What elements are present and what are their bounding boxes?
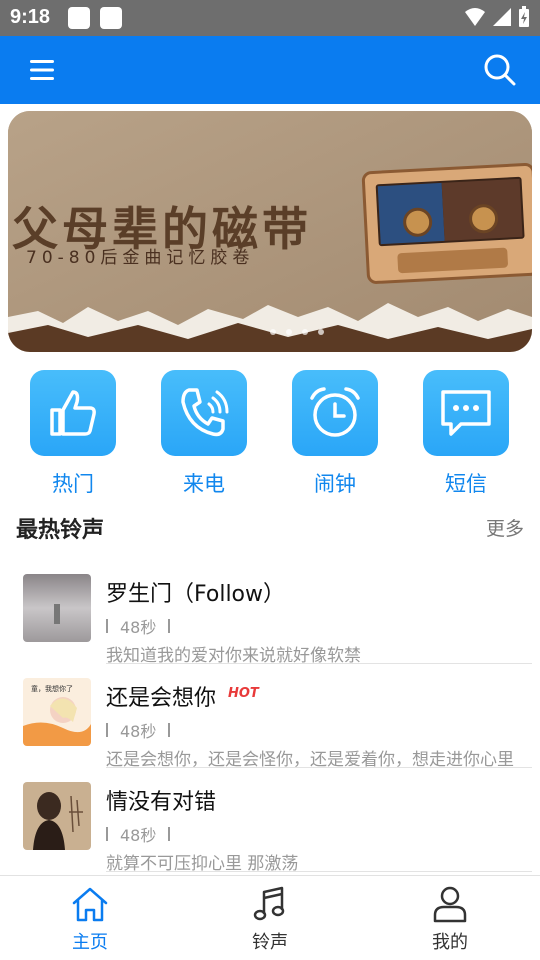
home-icon	[72, 887, 108, 922]
status-time: 9:18	[10, 6, 51, 28]
song-meta: 48秒	[106, 718, 171, 742]
category-call[interactable]: 来电	[161, 370, 247, 498]
song-duration: 48秒	[120, 722, 157, 741]
song-duration: 48秒	[120, 618, 157, 637]
nav-home[interactable]: 主页	[30, 884, 150, 954]
category-alarm[interactable]: 闹钟	[292, 370, 378, 498]
category-label: 来电	[183, 472, 225, 496]
message-icon	[423, 370, 509, 456]
carousel-dot	[270, 329, 276, 335]
divider	[106, 723, 108, 737]
nav-label: 主页	[72, 932, 108, 953]
divider	[168, 723, 171, 737]
list-item[interactable]: 情没有对错 48秒 就算不可压抑心里 那激荡	[0, 782, 540, 886]
song-title: 罗生门（Follow）	[106, 582, 286, 607]
divider	[106, 827, 108, 841]
status-bar: 9:18	[0, 0, 540, 36]
nav-ringtone[interactable]: 铃声	[210, 884, 330, 954]
banner-subtitle: 70-80后金曲记忆胶卷	[26, 248, 255, 268]
bottom-nav: 主页 铃声 我的	[0, 875, 540, 960]
notification-icon	[100, 7, 122, 29]
song-title: 还是会想你	[106, 686, 217, 711]
music-note-icon	[253, 886, 285, 921]
menu-icon[interactable]	[22, 54, 62, 86]
divider	[106, 619, 108, 633]
battery-icon	[519, 6, 529, 27]
category-label: 热门	[52, 472, 94, 496]
phone-ringing-icon	[161, 370, 247, 456]
cover-caption: 童，我想你了	[31, 685, 73, 693]
nav-label: 铃声	[252, 932, 288, 953]
category-label: 短信	[445, 472, 487, 496]
nav-profile[interactable]: 我的	[390, 884, 510, 954]
carousel-dot	[318, 329, 324, 335]
divider	[106, 767, 532, 768]
category-label: 闹钟	[314, 472, 356, 496]
app-bar	[0, 36, 540, 104]
banner-carousel[interactable]: 父母辈的磁带 70-80后金曲记忆胶卷	[8, 111, 532, 352]
song-meta: 48秒	[106, 822, 171, 846]
wifi-icon	[465, 8, 485, 26]
divider	[106, 663, 532, 664]
more-link[interactable]: 更多	[486, 514, 524, 541]
carousel-indicator	[270, 329, 324, 335]
category-sms[interactable]: 短信	[423, 370, 509, 498]
carousel-dot	[302, 329, 308, 335]
signal-icon	[493, 8, 511, 26]
divider	[168, 827, 171, 841]
alarm-clock-icon	[292, 370, 378, 456]
song-cover: 童，我想你了	[23, 678, 91, 746]
notification-icon	[68, 7, 90, 29]
song-duration: 48秒	[120, 826, 157, 845]
song-cover	[23, 574, 91, 642]
list-item[interactable]: 罗生门（Follow） 48秒 我知道我的爱对你来说就好像软禁	[0, 574, 540, 678]
thumbs-up-icon	[30, 370, 116, 456]
hot-badge: HOT	[228, 686, 259, 701]
song-cover	[23, 782, 91, 850]
song-meta: 48秒	[106, 614, 171, 638]
search-icon[interactable]	[482, 52, 518, 88]
category-hot[interactable]: 热门	[30, 370, 116, 498]
song-title: 情没有对错	[106, 790, 217, 815]
divider	[106, 871, 532, 872]
section-title: 最热铃声	[16, 518, 105, 543]
user-icon	[433, 886, 467, 923]
carousel-dot	[286, 329, 292, 335]
nav-label: 我的	[432, 932, 468, 953]
divider	[168, 619, 171, 633]
list-item[interactable]: 童，我想你了 还是会想你 HOT 48秒 还是会想你，还是会怪你，还是爱着你，想…	[0, 678, 540, 782]
